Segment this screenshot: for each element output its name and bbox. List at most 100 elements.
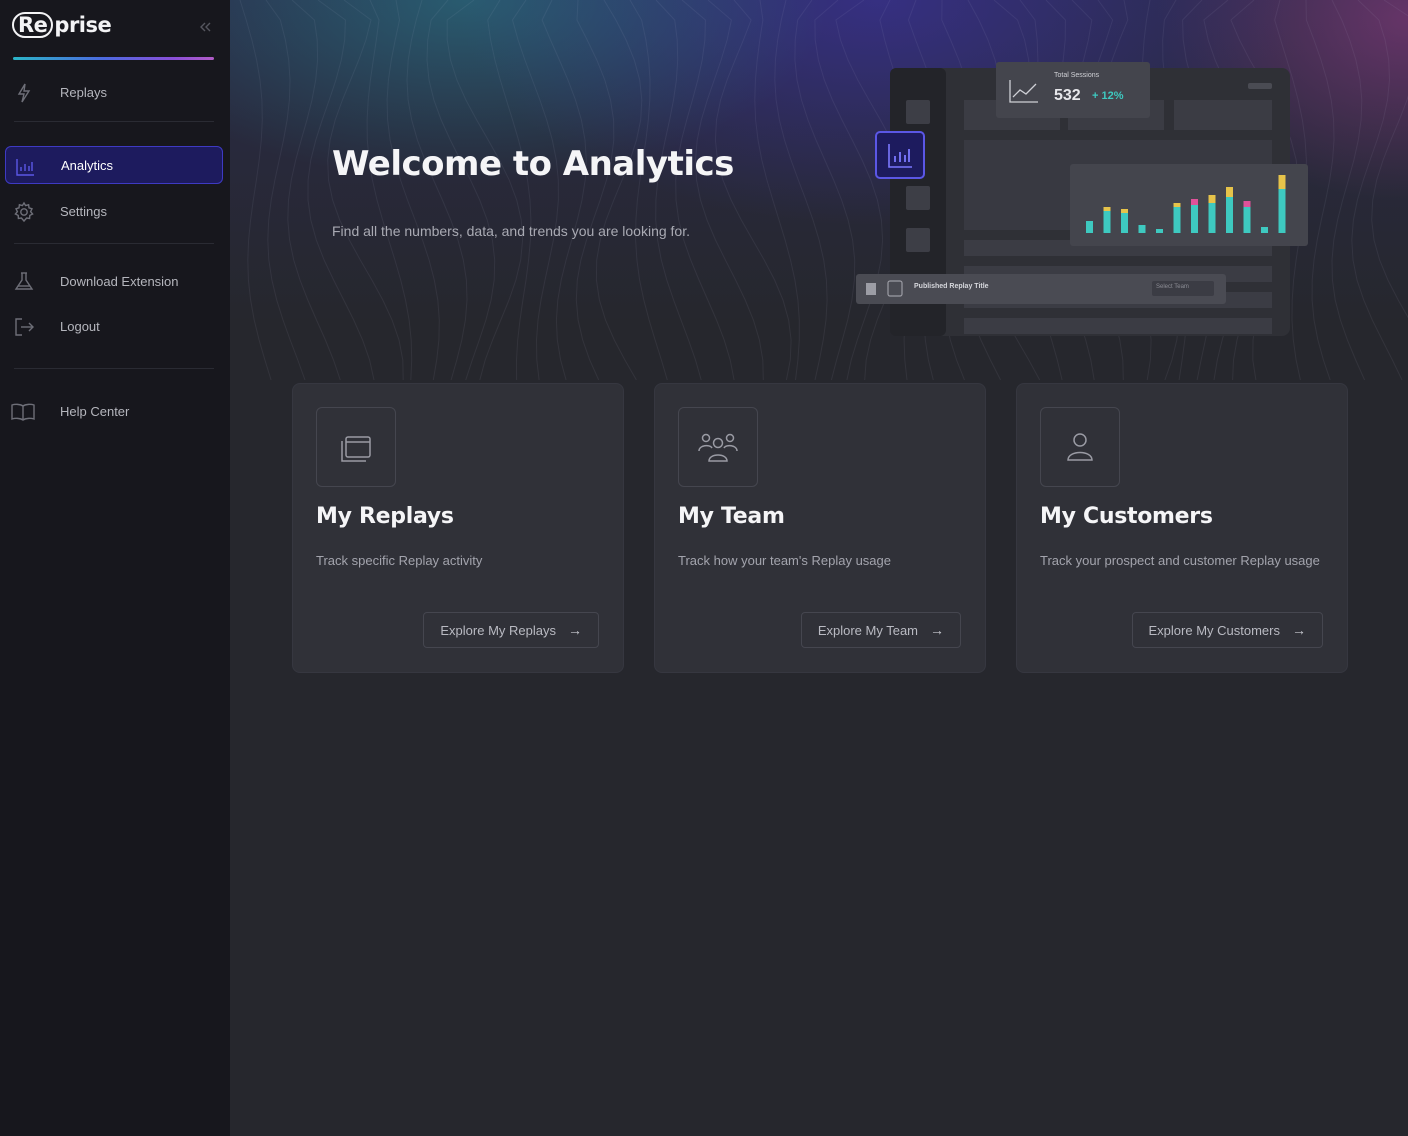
- explore-my-customers-button[interactable]: Explore My Customers →: [1131, 612, 1323, 648]
- mini-bar-cap: [1191, 199, 1198, 205]
- sidebar-divider: [14, 243, 214, 244]
- hero-banner: Welcome to Analytics Find all the number…: [230, 0, 1408, 380]
- sidebar-item-label: Settings: [60, 203, 107, 219]
- hero-wave-line: [541, 0, 587, 380]
- mini-bar: [1103, 211, 1111, 233]
- hero-wave-line: [366, 0, 413, 380]
- hero-wave-line: [426, 0, 496, 380]
- hero-wave-line: [406, 0, 468, 380]
- hero-wave-line: [774, 0, 828, 380]
- mini-bar: [1226, 197, 1233, 233]
- hero-wave-line: [1371, 0, 1408, 319]
- card-my-replays: My Replays Track specific Replay activit…: [292, 383, 624, 673]
- button-label: Explore My Replays: [440, 622, 556, 638]
- arrow-right-icon: →: [568, 622, 582, 638]
- metric-label: Total Sessions: [1054, 72, 1100, 79]
- reprise-logo[interactable]: Re prise: [12, 12, 112, 38]
- gear-icon: [13, 201, 35, 223]
- sidebar: Re prise Replays Analytics Settings Downl…: [0, 0, 230, 1136]
- explore-my-replays-button[interactable]: Explore My Replays →: [423, 612, 599, 648]
- book-icon: [10, 401, 35, 423]
- mini-bar: [1243, 207, 1251, 233]
- hero-wave-line: [1331, 0, 1366, 380]
- mini-bar: [1121, 213, 1128, 233]
- mini-bar-cap: [1103, 207, 1111, 211]
- sidebar-item-logout[interactable]: Logout: [5, 307, 223, 345]
- mini-bar: [1191, 205, 1198, 233]
- card-my-customers: My Customers Track your prospect and cus…: [1016, 383, 1348, 673]
- mini-bar-cap: [1121, 209, 1128, 213]
- hero-wave-line: [655, 0, 702, 380]
- hero-wave-line: [487, 0, 532, 380]
- card-description: Track specific Replay activity: [316, 553, 483, 568]
- mini-bar: [1138, 225, 1146, 233]
- mini-bar: [1278, 189, 1286, 233]
- logout-icon: [13, 316, 35, 338]
- card-description: Track your prospect and customer Replay …: [1040, 553, 1320, 568]
- sidebar-accent-line: [13, 57, 214, 60]
- mini-bar: [1156, 229, 1163, 233]
- hero-wave-line: [794, 0, 856, 380]
- sidebar-divider: [14, 121, 214, 122]
- hero-wave-line: [675, 0, 735, 380]
- hero-wave-line: [1351, 0, 1403, 380]
- dashboard-mockup: [856, 62, 1308, 336]
- mini-bar-cap: [1278, 175, 1286, 189]
- sidebar-item-download-extension[interactable]: Download Extension: [5, 262, 223, 300]
- page-subtitle: Find all the numbers, data, and trends y…: [332, 223, 690, 239]
- logo-prefix: Re: [12, 12, 54, 38]
- flask-icon: [13, 271, 35, 293]
- user-icon: [1040, 407, 1120, 487]
- card-title: My Customers: [1040, 504, 1213, 529]
- sidebar-item-label: Help Center: [60, 403, 130, 419]
- logo-row: Re prise: [12, 12, 214, 42]
- metric-value: 532: [1054, 87, 1081, 104]
- sidebar-item-replays[interactable]: Replays: [5, 73, 223, 111]
- sidebar-divider: [14, 368, 214, 369]
- card-title: My Team: [678, 504, 785, 529]
- collapse-sidebar-icon[interactable]: [196, 18, 214, 36]
- replays-window-icon: [316, 407, 396, 487]
- mini-bar-cap: [1173, 203, 1181, 207]
- mini-bar: [1261, 227, 1268, 233]
- hero-wave-line: [239, 0, 272, 380]
- arrow-right-icon: →: [1292, 622, 1306, 638]
- bar-chart-icon: [14, 156, 36, 178]
- hero-wave-line: [386, 0, 440, 380]
- team-icon: [678, 407, 758, 487]
- mini-bar: [1173, 207, 1181, 233]
- sidebar-item-label: Download Extension: [60, 273, 179, 289]
- arrow-right-icon: →: [930, 622, 944, 638]
- metric-change: + 12%: [1092, 90, 1124, 102]
- hero-wave-line: [714, 0, 792, 380]
- hero-wave-line: [694, 0, 764, 380]
- logo-suffix: prise: [54, 13, 112, 37]
- sidebar-item-settings[interactable]: Settings: [5, 192, 223, 230]
- sidebar-item-label: Replays: [60, 84, 107, 100]
- mini-bar: [1208, 203, 1216, 233]
- hero-wave-line: [754, 0, 800, 380]
- card-title: My Replays: [316, 504, 454, 529]
- button-label: Explore My Customers: [1148, 622, 1280, 638]
- sidebar-item-analytics[interactable]: Analytics: [5, 146, 223, 184]
- sidebar-item-label: Analytics: [61, 157, 114, 173]
- hero-wave-line: [575, 0, 615, 380]
- row-select: Select Team: [1156, 284, 1189, 290]
- explore-my-team-button[interactable]: Explore My Team →: [800, 612, 961, 648]
- sidebar-item-help-center[interactable]: Help Center: [5, 392, 223, 430]
- card-description: Track how your team's Replay usage: [678, 553, 891, 568]
- hero-wave-line: [287, 0, 341, 380]
- lightning-icon: [13, 82, 35, 104]
- sidebar-item-label: Logout: [60, 318, 100, 334]
- hero-wave-line: [265, 0, 306, 380]
- page-title: Welcome to Analytics: [332, 144, 734, 184]
- mini-bar-cap: [1243, 201, 1251, 207]
- mini-bar: [1086, 221, 1093, 233]
- hero-wave-line: [629, 0, 668, 380]
- mini-bar-cap: [1226, 187, 1233, 197]
- row-label: Published Replay Title: [914, 283, 989, 290]
- analytics-illustration: Total Sessions 532 + 12% Published Repla…: [856, 60, 1316, 350]
- main-content: Welcome to Analytics Find all the number…: [230, 0, 1408, 1136]
- card-my-team: My Team Track how your team's Replay usa…: [654, 383, 986, 673]
- mini-bar-cap: [1208, 195, 1216, 203]
